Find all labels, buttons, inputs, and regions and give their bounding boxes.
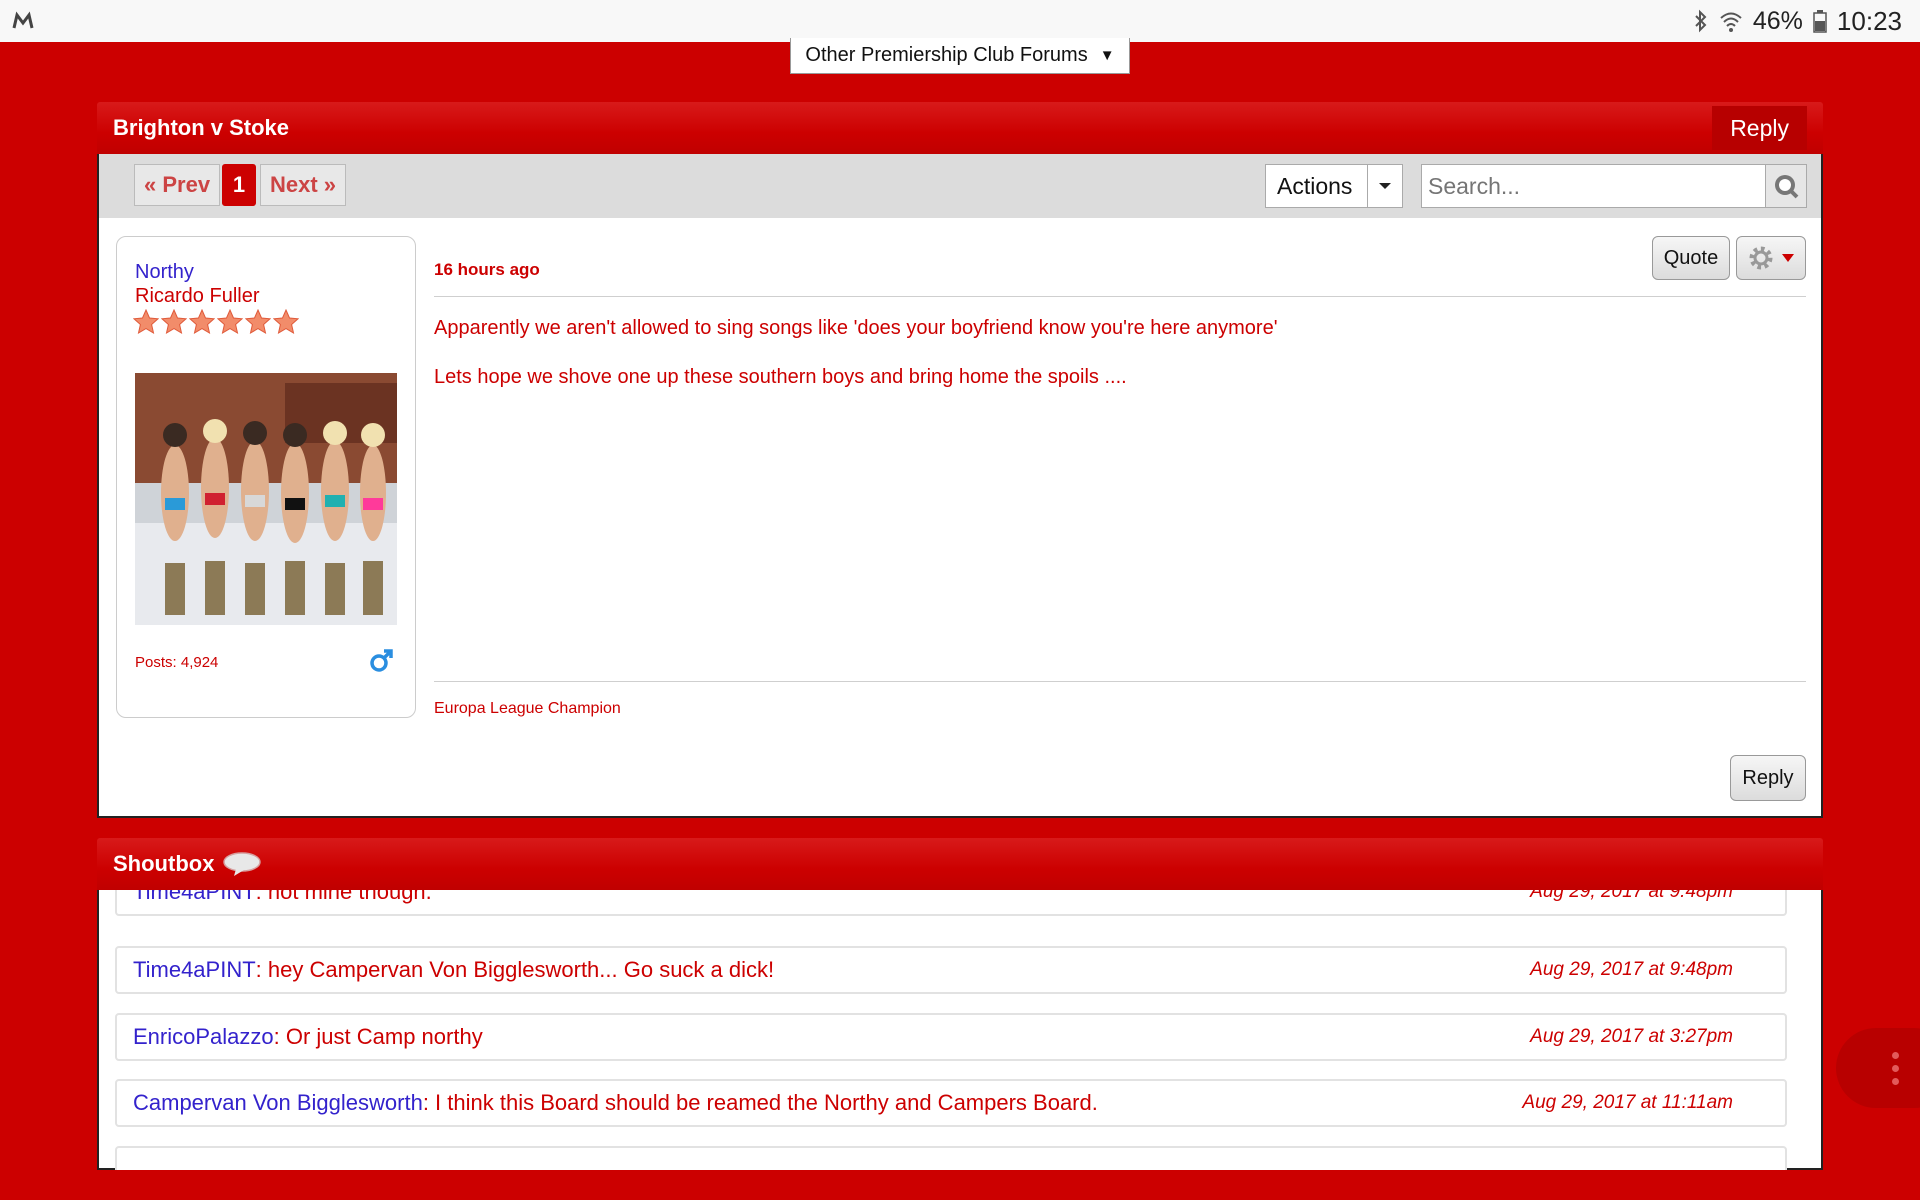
star-icon bbox=[189, 309, 215, 335]
post-divider-top bbox=[434, 296, 1806, 297]
post-text-line: Apparently we aren't allowed to sing son… bbox=[434, 317, 1278, 339]
status-icons: 46% 10:23 bbox=[1693, 0, 1902, 42]
search-box bbox=[1421, 164, 1807, 208]
author-avatar[interactable] bbox=[135, 373, 397, 625]
shout-time: Aug 29, 2017 at 9:48pm bbox=[1530, 890, 1733, 902]
shout-time: Aug 29, 2017 at 11:11am bbox=[1522, 1092, 1733, 1113]
thread-title: Brighton v Stoke bbox=[113, 115, 290, 140]
dropdown-arrow-icon: ▼ bbox=[1099, 47, 1115, 64]
forum-jump-select[interactable]: Other Premiership Club Forums ▼ bbox=[790, 38, 1130, 74]
prev-page-button[interactable]: « Prev bbox=[134, 164, 221, 206]
status-bar: 46% 10:23 bbox=[0, 0, 1920, 42]
shoutbox-list[interactable]: Time4aPINT : not mine though. Aug 29, 20… bbox=[97, 890, 1823, 1170]
shout-time: Aug 29, 2017 at 9:48pm bbox=[1530, 959, 1733, 980]
caret-down-icon bbox=[1367, 165, 1402, 207]
shout-message: : I think this Board should be reamed th… bbox=[422, 1090, 1098, 1115]
bluetooth-icon bbox=[1695, 9, 1707, 33]
battery-icon bbox=[1813, 10, 1827, 33]
star-icon bbox=[161, 309, 187, 335]
star-icon bbox=[133, 309, 159, 335]
chat-bubble-icon bbox=[223, 852, 262, 876]
gear-icon bbox=[1749, 246, 1773, 270]
shout-item: EnricoPalazzo : Or just Camp northy Aug … bbox=[115, 1013, 1787, 1061]
male-gender-icon bbox=[370, 649, 393, 672]
clock: 10:23 bbox=[1836, 5, 1902, 36]
shout-message: : Or just Camp northy bbox=[273, 1024, 483, 1049]
shoutbox-header: Shoutbox bbox=[97, 838, 1823, 890]
shout-user[interactable]: Time4aPINT bbox=[133, 957, 256, 983]
post-timestamp: 16 hours ago bbox=[434, 260, 540, 279]
actions-dropdown[interactable]: Actions bbox=[1265, 164, 1403, 208]
author-post-count: Posts: 4,924 bbox=[135, 654, 219, 671]
quote-button[interactable]: Quote bbox=[1652, 236, 1730, 280]
caret-down-icon bbox=[1782, 254, 1794, 262]
shout-user[interactable]: Time4aPINT bbox=[133, 890, 256, 905]
shout-user[interactable]: EnricoPalazzo bbox=[133, 1024, 274, 1050]
reply-button-top[interactable]: Reply bbox=[1712, 106, 1807, 150]
post-author-box: Northy Ricardo Fuller Posts: 4,924 bbox=[116, 236, 416, 718]
shout-time: Aug 29, 2017 at 3:27pm bbox=[1530, 1026, 1733, 1047]
forum-jump-value: Other Premiership Club Forums bbox=[805, 44, 1088, 66]
app-icon bbox=[12, 11, 34, 29]
search-icon bbox=[1775, 175, 1799, 199]
reply-button-bottom[interactable]: Reply bbox=[1730, 755, 1806, 801]
post-divider-bottom bbox=[434, 681, 1806, 682]
star-icon bbox=[245, 309, 271, 335]
shout-user[interactable]: Campervan Von Bigglesworth bbox=[133, 1090, 423, 1116]
post-author-name[interactable]: Northy bbox=[135, 261, 194, 284]
next-page-button[interactable]: Next » bbox=[260, 164, 347, 206]
post-signature: Europa League Champion bbox=[434, 700, 621, 717]
shout-message: : not mine though. bbox=[255, 890, 432, 904]
shout-item: Time4aPINT : hey Campervan Von Biggleswo… bbox=[115, 946, 1787, 994]
star-icon bbox=[217, 309, 243, 335]
search-input[interactable] bbox=[1422, 165, 1765, 207]
thread-toolbar: « Prev 1 Next » Actions bbox=[97, 154, 1823, 218]
post-author-title: Ricardo Fuller bbox=[135, 285, 260, 307]
more-vert-icon[interactable] bbox=[1836, 1028, 1920, 1108]
shout-item: Time4aPINT : not mine though. Aug 29, 20… bbox=[115, 890, 1787, 916]
post-text-line: Lets hope we shove one up these southern… bbox=[434, 366, 1127, 388]
shout-message: : hey Campervan Von Bigglesworth... Go s… bbox=[255, 957, 775, 982]
shout-item: Campervan Von Bigglesworth : I think thi… bbox=[115, 1079, 1787, 1127]
post-options-button[interactable] bbox=[1736, 236, 1806, 280]
wifi-icon bbox=[1720, 12, 1742, 32]
shoutbox-title: Shoutbox bbox=[113, 851, 215, 876]
avatar-image bbox=[135, 373, 397, 625]
star-icon bbox=[273, 309, 299, 335]
author-rank-stars bbox=[133, 309, 299, 335]
current-page[interactable]: 1 bbox=[222, 164, 256, 206]
shout-item bbox=[115, 1146, 1787, 1170]
actions-label: Actions bbox=[1277, 172, 1353, 199]
thread-header: Brighton v Stoke Reply bbox=[97, 102, 1823, 154]
search-button[interactable] bbox=[1765, 165, 1806, 207]
battery-percent: 46% bbox=[1752, 6, 1803, 35]
